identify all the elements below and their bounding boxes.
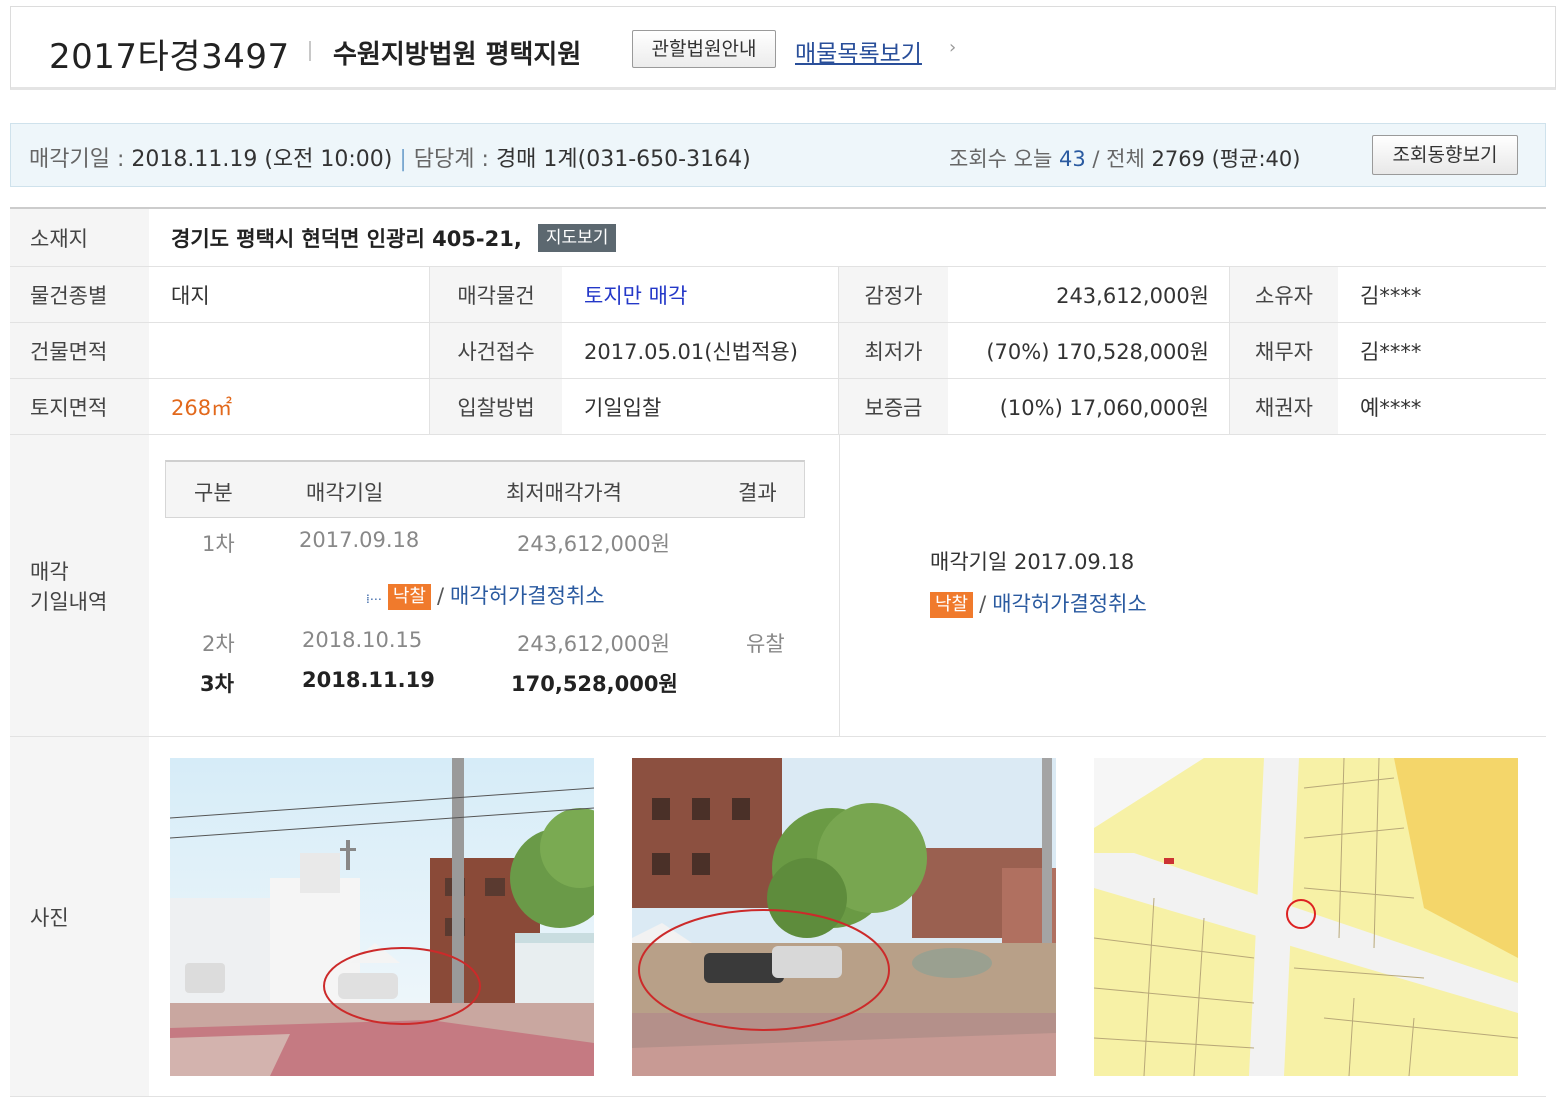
info-divider: | (399, 147, 407, 172)
land-area-label: 토지면적 (10, 379, 149, 434)
property-type-label: 물건종별 (10, 267, 149, 322)
sale-date-label: 매각기일 : (29, 147, 125, 172)
sale-object-label: 매각물건 (429, 267, 562, 322)
court-name: 수원지방법원 평택지원 (333, 40, 582, 70)
side-awarded-badge: 낙찰 (930, 592, 974, 618)
deposit-label: 보증금 (838, 379, 948, 434)
map-view-button[interactable]: 지도보기 (537, 223, 617, 252)
views-total-count: 2769 (1151, 147, 1205, 171)
round-2-price: 243,612,000원 (517, 632, 670, 656)
property-photo-1[interactable] (170, 758, 594, 1076)
building-area-label: 건물면적 (10, 323, 149, 378)
sale-history-label-line2: 기일내역 (30, 589, 108, 614)
owner-value: 김**** (1360, 283, 1422, 308)
side-result: 낙찰 / 매각허가결정취소 (930, 588, 1147, 618)
chevron-right-icon: › (949, 37, 957, 58)
views-today-count: 43 (1058, 147, 1086, 171)
awarded-badge: 낙찰 (387, 584, 431, 610)
round-1-date: 2017.09.18 (299, 528, 420, 552)
department-label: 담당계 : (413, 147, 489, 172)
case-header: 2017타경3497 수원지방법원 평택지원 관할법원안내 매물목록보기 › (10, 6, 1556, 90)
case-filed-value: 2017.05.01(신법적용) (584, 339, 798, 364)
col-round-header: 구분 (194, 481, 233, 505)
owner-label: 소유자 (1229, 267, 1338, 322)
department-value: 경매 1계(031-650-3164) (495, 147, 751, 172)
round-2: 2차 (202, 632, 235, 656)
tree-branch-icon: ⁞⋯ (366, 592, 382, 606)
photo-label: 사진 (10, 737, 149, 1096)
col-price-header: 최저매각가격 (506, 481, 622, 505)
round-2-date: 2018.10.15 (302, 628, 423, 652)
creditor-value: 예**** (1360, 395, 1422, 420)
debtor-value: 김**** (1360, 339, 1422, 364)
court-guide-button[interactable]: 관할법원안내 (632, 30, 776, 68)
detail-row-1: 물건종별 대지 매각물건 토지만 매각 감정가 243,612,000원 소유자… (10, 267, 1546, 323)
sale-object-text: 토지만 매각 (584, 283, 688, 308)
round-1: 1차 (202, 532, 235, 556)
case-filed-label: 사건접수 (429, 323, 562, 378)
bid-method-value: 기일입찰 (584, 395, 662, 420)
sale-history-label: 매각 기일내역 (10, 435, 149, 736)
round-3-price: 170,528,000원 (511, 672, 678, 696)
views-total-label: / 전체 (1092, 147, 1145, 171)
detail-row-3: 토지면적 268㎡ 입찰방법 기일입찰 보증금 (10%) 17,060,000… (10, 379, 1546, 435)
sale-object-value: 토지만 매각 (562, 267, 838, 322)
listing-list-link[interactable]: 매물목록보기 (795, 34, 922, 68)
round-1-price: 243,612,000원 (517, 532, 670, 556)
round-3-date: 2018.11.19 (302, 668, 435, 692)
side-approval-cancelled-text: 매각허가결정취소 (992, 592, 1147, 616)
approval-cancelled-text: 매각허가결정취소 (450, 584, 605, 608)
sale-history-table-header: 구분 매각기일 최저매각가격 결과 (165, 460, 805, 518)
round-3: 3차 (200, 672, 234, 696)
appraisal-label: 감정가 (838, 267, 948, 322)
address-text: 경기도 평택시 현덕면 인광리 405-21, (171, 226, 522, 251)
debtor-label: 채무자 (1229, 323, 1338, 378)
appraisal-value: 243,612,000원 (1056, 283, 1209, 308)
col-result-header: 결과 (738, 481, 777, 505)
bid-method-label: 입찰방법 (429, 379, 562, 434)
sale-date-info: 매각기일 : 2018.11.19 (오전 10:00) | 담당계 : 경매 … (29, 141, 751, 173)
view-trend-button[interactable]: 조회동향보기 (1372, 135, 1518, 175)
col-date-header: 매각기일 (306, 481, 384, 505)
street-photo-image (170, 758, 594, 1076)
round-2-result: 유찰 (746, 632, 785, 656)
creditor-label: 채권자 (1229, 379, 1338, 434)
building-area-value (149, 323, 429, 378)
round-1-result: ⁞⋯ 낙찰 / 매각허가결정취소 (366, 580, 605, 610)
view-count-info: 조회수 오늘 43 / 전체 2769 (평균:40) (949, 143, 1300, 173)
land-area-value-cell: 268㎡ (149, 379, 429, 434)
side-result-slash: / (979, 592, 987, 616)
detail-row-2: 건물면적 사건접수 2017.05.01(신법적용) 최저가 (70%) 170… (10, 323, 1546, 379)
deposit-value: (10%) 17,060,000원 (999, 395, 1209, 420)
minimum-price-value: (70%) 170,528,000원 (986, 339, 1209, 364)
land-area-value: 268㎡ (171, 395, 233, 420)
location-row: 소재지 경기도 평택시 현덕면 인광리 405-21, 지도보기 (10, 209, 1546, 267)
property-type-value: 대지 (171, 283, 210, 308)
sale-date-value: 2018.11.19 (오전 10:00) (131, 147, 393, 172)
views-average: (평균:40) (1211, 147, 1301, 171)
case-number: 2017타경3497 (49, 37, 290, 77)
sale-history-side-panel (839, 435, 1546, 736)
side-sale-date: 매각기일 2017.09.18 (930, 550, 1135, 574)
views-today-label: 조회수 오늘 (949, 147, 1053, 171)
header-divider (309, 41, 311, 61)
sale-history-label-line1: 매각 (30, 559, 69, 584)
cadastral-map-image (1094, 758, 1518, 1076)
result-slash: / (436, 584, 445, 608)
cadastral-map-photo[interactable] (1094, 758, 1518, 1076)
location-value-cell: 경기도 평택시 현덕면 인광리 405-21, 지도보기 (149, 209, 1546, 266)
property-photo-2[interactable] (632, 758, 1056, 1076)
minimum-price-label: 최저가 (838, 323, 948, 378)
sale-info-bar: 매각기일 : 2018.11.19 (오전 10:00) | 담당계 : 경매 … (10, 123, 1546, 187)
location-label: 소재지 (10, 209, 149, 266)
lot-photo-image (632, 758, 1056, 1076)
